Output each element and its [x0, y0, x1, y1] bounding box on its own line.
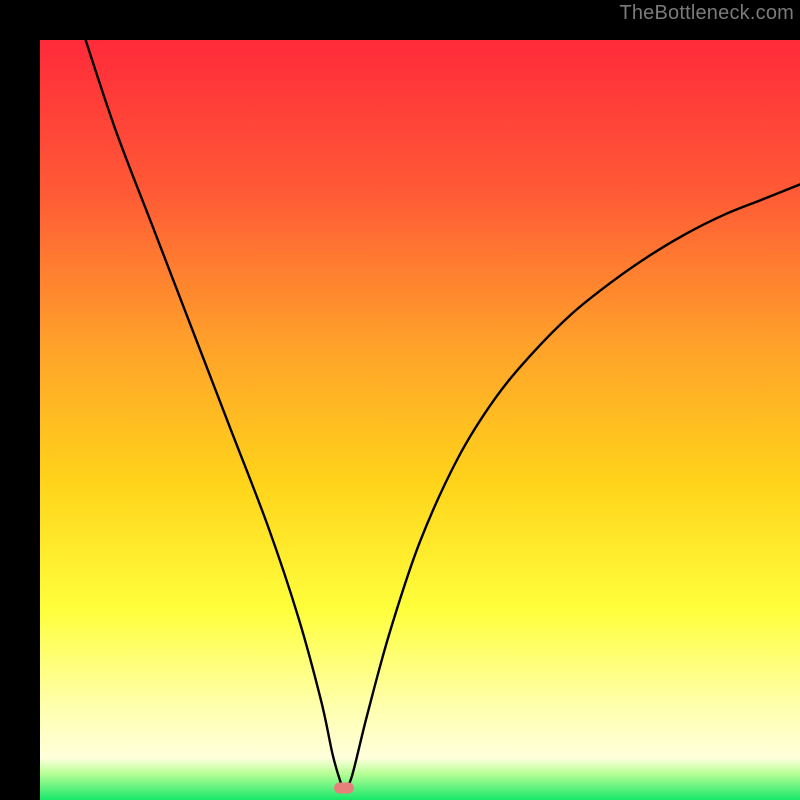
watermark-text: TheBottleneck.com [619, 2, 794, 25]
optimum-marker [334, 782, 354, 793]
chart-frame [20, 20, 780, 780]
bottleneck-curve [86, 40, 800, 789]
plot-area [40, 40, 800, 800]
gradient-background [40, 40, 800, 800]
chart-svg [40, 40, 800, 800]
